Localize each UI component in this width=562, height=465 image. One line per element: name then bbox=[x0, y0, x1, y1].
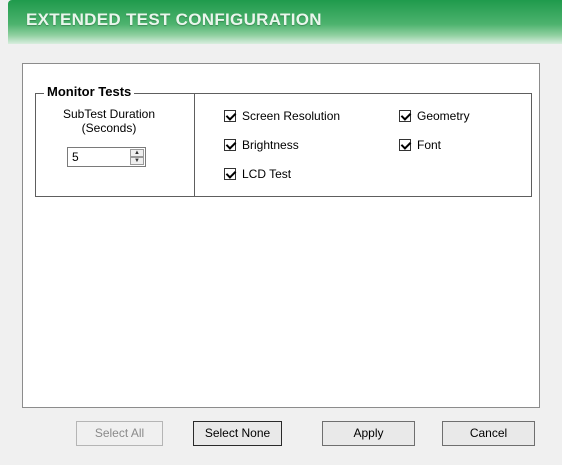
checkbox-checked-icon[interactable] bbox=[224, 110, 236, 122]
monitor-tests-group: Monitor Tests SubTest Duration (Seconds)… bbox=[35, 84, 532, 197]
spinner-buttons: ▲ ▼ bbox=[130, 149, 144, 165]
subtest-duration-label-line2: (Seconds) bbox=[81, 121, 137, 135]
checkbox-font[interactable]: Font bbox=[399, 138, 441, 152]
subtest-duration-spinner[interactable]: 5 ▲ ▼ bbox=[67, 147, 146, 167]
subtest-duration-label-line1: SubTest Duration bbox=[62, 107, 156, 121]
content-panel: Monitor Tests SubTest Duration (Seconds)… bbox=[22, 63, 540, 408]
subtest-duration-label: SubTest Duration (Seconds) bbox=[44, 107, 174, 135]
dialog-header: EXTENDED TEST CONFIGURATION bbox=[8, 0, 562, 44]
checkbox-brightness[interactable]: Brightness bbox=[224, 138, 299, 152]
checkbox-geometry[interactable]: Geometry bbox=[399, 109, 470, 123]
checkbox-label: Screen Resolution bbox=[242, 109, 341, 123]
dialog-title: EXTENDED TEST CONFIGURATION bbox=[26, 10, 322, 29]
group-divider bbox=[194, 94, 195, 196]
cancel-button[interactable]: Cancel bbox=[442, 421, 535, 446]
checkbox-checked-icon[interactable] bbox=[399, 110, 411, 122]
select-all-button[interactable]: Select All bbox=[76, 421, 163, 446]
checkbox-label: Font bbox=[417, 138, 442, 152]
checkbox-label: Brightness bbox=[242, 138, 299, 152]
checkbox-label: Geometry bbox=[417, 109, 470, 123]
select-none-button[interactable]: Select None bbox=[193, 421, 282, 446]
checkbox-lcd-test[interactable]: LCD Test bbox=[224, 167, 291, 181]
subtest-duration-value[interactable]: 5 bbox=[72, 150, 79, 164]
checkbox-checked-icon[interactable] bbox=[224, 139, 236, 151]
checkbox-checked-icon[interactable] bbox=[399, 139, 411, 151]
monitor-tests-legend: Monitor Tests bbox=[44, 84, 135, 99]
spinner-up-button[interactable]: ▲ bbox=[130, 149, 144, 157]
checkbox-checked-icon[interactable] bbox=[224, 168, 236, 180]
checkbox-screen-resolution[interactable]: Screen Resolution bbox=[224, 109, 340, 123]
checkbox-label: LCD Test bbox=[242, 167, 292, 181]
apply-button[interactable]: Apply bbox=[322, 421, 415, 446]
spinner-down-button[interactable]: ▼ bbox=[130, 157, 144, 165]
